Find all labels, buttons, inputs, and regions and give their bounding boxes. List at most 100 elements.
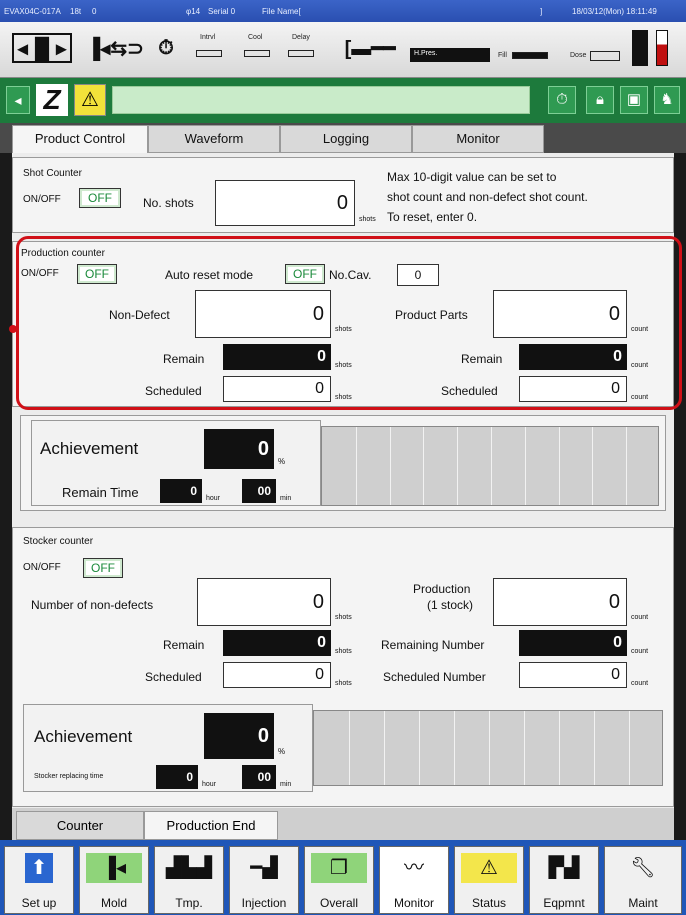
nav-equipment[interactable]: ▛▟ Eqpmnt [529, 846, 599, 914]
injection-unit-icon: [▬━━ [344, 37, 396, 60]
serial: Serial 0 [208, 7, 236, 16]
stocker-scheduled-field[interactable]: 0 [223, 662, 331, 688]
prod-onoff-toggle[interactable]: OFF [77, 264, 117, 284]
nav-injection[interactable]: ━▟ Injection [229, 846, 299, 914]
non-defects-unit: shots [335, 614, 352, 621]
stocker-hour-value: 0 [156, 765, 198, 789]
camera-icon[interactable]: ▣ [620, 86, 648, 114]
nav-temp[interactable]: ▟▙▟ Tmp. [154, 846, 224, 914]
auto-reset-label: Auto reset mode [165, 268, 254, 282]
stocker-remain-label: Remain [163, 638, 205, 652]
stocker-onoff-label: ON/OFF [23, 562, 61, 573]
operator-icon[interactable]: ♞ [654, 86, 680, 114]
shot-count-field[interactable]: 0 [215, 180, 355, 226]
shot-onoff-toggle[interactable]: OFF [79, 188, 121, 208]
monitor-icon: 〰 [404, 857, 424, 879]
nav-status[interactable]: ⚠ Status [454, 846, 524, 914]
overall-icon: ❐ [311, 853, 367, 883]
nav-overall[interactable]: ❐ Overall [304, 846, 374, 914]
remain-min-unit: min [280, 495, 292, 502]
status-num: 0 [92, 7, 97, 16]
stocker-replace-label: Stocker replacing time [34, 773, 104, 780]
stocker-counter-panel: Stocker counter ON/OFF OFF Number of non… [12, 527, 674, 807]
cavity-label: No.Cav. [329, 268, 372, 282]
lock-icon[interactable]: 🔒︎ [586, 86, 614, 114]
shot-counter-panel: Shot Counter ON/OFF OFF No. shots 0 shot… [12, 157, 674, 233]
nav-mold[interactable]: ▐◂ Mold [79, 846, 149, 914]
tonnage: 18t [70, 7, 82, 16]
non-defects-field[interactable]: 0 [197, 578, 331, 626]
scheduled-number-label: Scheduled Number [383, 670, 486, 684]
achievement-pct: % [278, 457, 286, 466]
nav-setup[interactable]: ⬆ Set up [4, 846, 74, 914]
fill-indicator [512, 52, 548, 59]
stocker-remain-value: 0 [223, 630, 331, 656]
cavity-field[interactable]: 0 [397, 264, 439, 286]
scheduled-label: Scheduled [145, 384, 202, 398]
production-stock-unit: count [631, 614, 649, 621]
nav-setup-label: Set up [21, 896, 57, 910]
nav-overall-label: Overall [319, 896, 358, 910]
shot-note-3: To reset, enter 0. [387, 210, 478, 224]
stocker-achievement-label: Achievement [34, 727, 133, 746]
remain-hour-value: 0 [160, 479, 202, 503]
remain-hour-unit: hour [206, 495, 221, 502]
tab-monitor[interactable]: Monitor [412, 125, 544, 153]
nav-injection-label: Injection [241, 896, 287, 910]
machine-id: EVAX04C-017A [4, 7, 61, 16]
tab-counter[interactable]: Counter [16, 811, 144, 840]
message-field [112, 86, 530, 114]
file-name: File Name[ [262, 7, 301, 16]
parts-scheduled-field[interactable]: 0 [519, 376, 627, 402]
nav-maintenance[interactable]: 🔧︎ Maint [604, 846, 682, 914]
dose-indicator [590, 51, 620, 61]
nav-monitor[interactable]: 〰 Monitor [379, 846, 449, 914]
non-defect-field[interactable]: 0 [195, 290, 331, 338]
delay-indicator [288, 50, 314, 57]
dose-label: Dose [570, 52, 587, 59]
production-counter-title: Production counter [21, 248, 105, 259]
stocker-achievement-value: 0 [204, 713, 274, 759]
stopwatch-icon[interactable]: ⏱ [548, 86, 576, 114]
ejector-icon: ▐◂⇆⊃ [86, 37, 144, 60]
temperature-icon: ▟▙▟ [165, 857, 213, 879]
parts-scheduled-unit: count [631, 394, 649, 401]
main-content: Shot Counter ON/OFF OFF No. shots 0 shot… [12, 153, 674, 808]
scheduled-number-field[interactable]: 0 [519, 662, 627, 688]
status-bar: EVAX04C-017A 18t 0 φ14 Serial 0 File Nam… [0, 0, 686, 22]
highlight-marker [9, 325, 17, 333]
prod-onoff-label: ON/OFF [21, 268, 59, 279]
shot-counter-title: Shot Counter [23, 168, 82, 179]
product-parts-field[interactable]: 0 [493, 290, 627, 338]
remain-min-value: 00 [242, 479, 276, 503]
screw-size: φ14 [186, 7, 201, 16]
cool-label: Cool [248, 34, 263, 41]
back-icon[interactable]: ◂ [6, 86, 30, 114]
tab-waveform[interactable]: Waveform [148, 125, 280, 153]
auto-reset-toggle[interactable]: OFF [285, 264, 325, 284]
achievement-progress-bar [321, 426, 659, 506]
stocker-onoff-toggle[interactable]: OFF [83, 558, 123, 578]
nozzle-icon [632, 30, 648, 66]
tab-product-control[interactable]: Product Control [12, 125, 148, 153]
tab-production-end[interactable]: Production End [144, 811, 278, 840]
achievement-panel: Achievement 0 % Remain Time 0 hour 00 mi… [20, 415, 666, 511]
tab-bar: Product Control Waveform Logging Monitor [0, 123, 686, 153]
parts-remain-unit: count [631, 362, 649, 369]
wrench-icon: 🔧︎ [630, 857, 656, 879]
production-stock-field[interactable]: 0 [493, 578, 627, 626]
thermometer-icon [656, 30, 668, 66]
production-stock-label-1: Production [413, 582, 471, 596]
nav-maintenance-label: Maint [628, 896, 658, 910]
tab-logging[interactable]: Logging [280, 125, 412, 153]
stocker-hour-unit: hour [202, 781, 217, 788]
sub-tab-bar: Counter Production End [12, 808, 674, 840]
stocker-scheduled-label: Scheduled [145, 670, 202, 684]
stocker-remain-unit: shots [335, 648, 352, 655]
remaining-number-value: 0 [519, 630, 627, 656]
nav-mold-label: Mold [100, 896, 127, 910]
remain-time-label: Remain Time [62, 485, 139, 500]
scheduled-field[interactable]: 0 [223, 376, 331, 402]
equipment-icon: ▛▟ [548, 857, 580, 879]
warning-icon[interactable]: ⚠ [74, 84, 106, 116]
